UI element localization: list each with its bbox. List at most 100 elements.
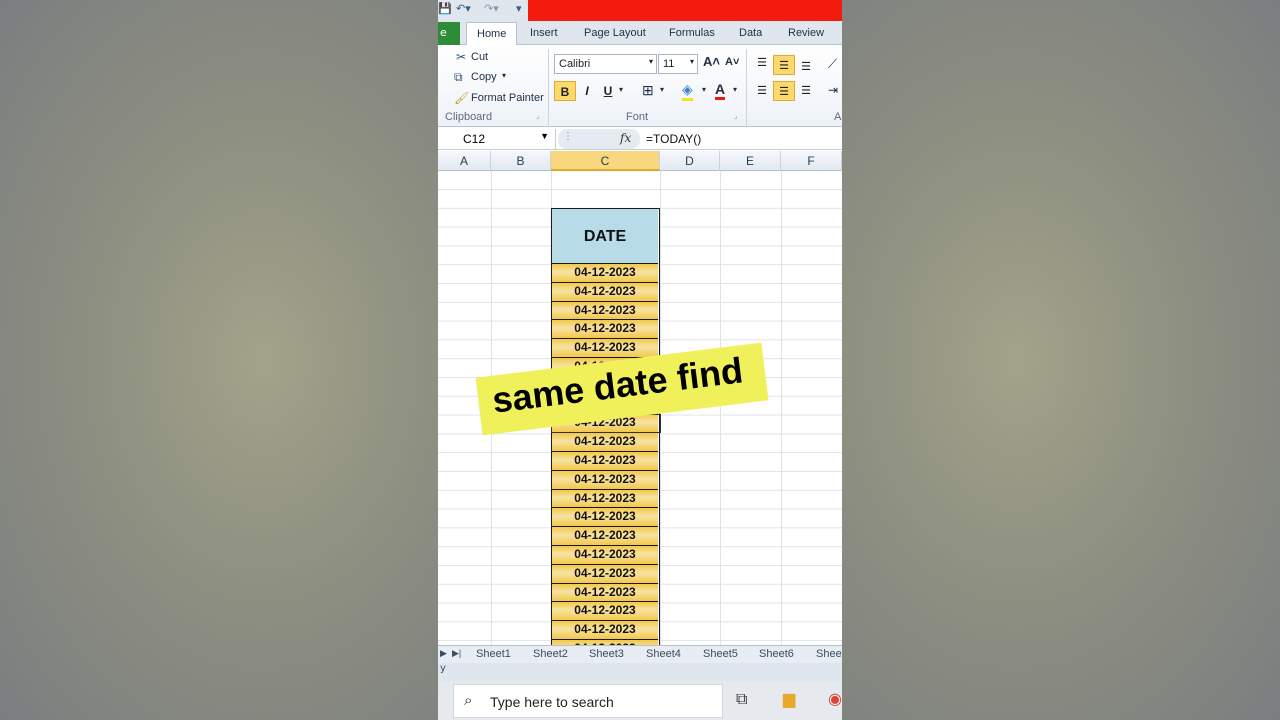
underline-button[interactable]: U xyxy=(597,81,619,101)
align-right-icon[interactable]: ☰ xyxy=(795,81,817,101)
date-cell[interactable]: 04-12-2023 xyxy=(552,546,658,565)
date-cell[interactable]: 04-12-2023 xyxy=(552,452,658,471)
name-box[interactable]: C12 ▼ xyxy=(438,129,556,149)
font-size-select[interactable]: 11 ▾ xyxy=(658,54,698,74)
customize-toolbar-icon[interactable]: ▾ xyxy=(516,2,522,15)
clipboard-group-label: Clipboard xyxy=(445,111,493,123)
date-cell[interactable]: 04-12-2023 xyxy=(552,433,658,452)
column-header-a[interactable]: A xyxy=(438,151,491,171)
tab-home[interactable]: Home xyxy=(466,22,518,46)
ribbon-home: ✂ Cut ⧉ Copy ▾ 🖌 Format Painter Clipboar… xyxy=(438,45,842,127)
underline-dropdown-icon[interactable]: ▾ xyxy=(619,85,623,94)
insert-function-icon[interactable]: fx xyxy=(620,131,631,145)
chevron-down-icon[interactable]: ▼ xyxy=(540,131,549,141)
tab-insert[interactable]: Insert xyxy=(530,27,558,39)
background-right xyxy=(842,0,1280,720)
resize-handle-icon[interactable]: ⋮ xyxy=(563,131,573,142)
formula-input[interactable]: =TODAY() xyxy=(646,132,701,146)
sheet-tab[interactable]: Sheet6 xyxy=(759,648,794,660)
taskbar-search-box[interactable]: ⌕ Type here to search xyxy=(453,684,723,718)
sheet-tab[interactable]: Sheet3 xyxy=(589,648,624,660)
chevron-down-icon: ▾ xyxy=(689,57,694,66)
gridline xyxy=(781,171,782,645)
save-icon[interactable]: 💾 xyxy=(438,2,452,15)
date-cell[interactable]: 04-12-2023 xyxy=(552,264,658,283)
clipboard-launcher-icon[interactable]: ⌟ xyxy=(536,112,539,120)
align-middle-icon[interactable]: ☰ xyxy=(773,55,795,75)
date-cell[interactable]: 04-12-2023 xyxy=(552,621,658,640)
sheet-tab[interactable]: Sheet1 xyxy=(476,648,511,660)
orientation-icon[interactable]: ⟋ xyxy=(828,56,837,72)
file-explorer-icon[interactable]: ▆ xyxy=(783,689,795,708)
group-separator xyxy=(746,49,747,125)
name-box-value: C12 xyxy=(463,132,486,146)
undo-icon[interactable]: ↶▾ xyxy=(456,2,471,15)
font-name-select[interactable]: Calibri ▾ xyxy=(554,54,657,74)
format-painter-button[interactable]: Format Painter xyxy=(471,92,544,104)
fill-dropdown-icon[interactable]: ▾ xyxy=(702,85,706,94)
paintbrush-icon: 🖌 xyxy=(454,91,470,105)
cut-button[interactable]: Cut xyxy=(471,51,488,63)
shrink-font-icon[interactable]: A˅ xyxy=(725,56,739,68)
align-left-icon[interactable]: ☰ xyxy=(751,81,773,101)
borders-icon[interactable]: ⊞ xyxy=(642,82,654,99)
font-color-dropdown-icon[interactable]: ▾ xyxy=(733,85,737,94)
grow-font-icon[interactable]: A˄ xyxy=(703,54,720,69)
next-sheet-icon[interactable]: ▶ xyxy=(440,648,447,659)
chrome-icon[interactable]: ◉ xyxy=(828,689,842,708)
alignment-group-label: A xyxy=(834,111,842,123)
font-launcher-icon[interactable]: ⌟ xyxy=(734,112,737,120)
copy-dropdown-icon[interactable]: ▾ xyxy=(502,71,506,80)
group-separator xyxy=(548,49,549,125)
copy-button[interactable]: Copy xyxy=(471,71,497,83)
date-cell[interactable]: 04-12-2023 xyxy=(552,602,658,622)
tab-page-layout[interactable]: Page Layout xyxy=(584,27,646,39)
search-placeholder: Type here to search xyxy=(490,694,614,710)
date-cell[interactable]: 04-12-2023 xyxy=(552,508,658,528)
date-cell[interactable]: 04-12-2023 xyxy=(552,489,658,509)
borders-dropdown-icon[interactable]: ▾ xyxy=(660,85,664,94)
ribbon-tabs: e Home Insert Page Layout Formulas Data … xyxy=(438,21,842,46)
date-cell[interactable]: 04-12-2023 xyxy=(552,470,658,490)
font-size-value: 11 xyxy=(663,58,675,70)
status-text: y xyxy=(440,663,446,674)
italic-button[interactable]: I xyxy=(576,81,598,101)
tab-file[interactable]: e xyxy=(438,22,460,45)
date-cell[interactable]: 04-12-2023 xyxy=(552,527,658,546)
date-cell[interactable]: 04-12-2023 xyxy=(552,282,658,302)
column-header-f[interactable]: F xyxy=(781,151,842,171)
redo-icon[interactable]: ↷▾ xyxy=(484,2,499,15)
date-header-cell[interactable]: DATE xyxy=(552,209,658,264)
bold-button[interactable]: B xyxy=(554,81,576,101)
fill-color-icon[interactable]: ◈ xyxy=(682,81,693,101)
sheet-tabs: ▶ ▶| Sheet1 Sheet2 Sheet3 Sheet4 Sheet5 … xyxy=(438,645,842,663)
tab-data[interactable]: Data xyxy=(739,27,762,39)
date-cell[interactable]: 04-12-2023 xyxy=(552,301,658,321)
sheet-tab[interactable]: Sheet5 xyxy=(703,648,738,660)
date-cell[interactable]: 04-12-2023 xyxy=(552,320,658,340)
date-cell[interactable]: 04-12-2023 xyxy=(552,583,658,603)
column-header-b[interactable]: B xyxy=(491,151,551,171)
task-view-icon[interactable]: ⧉ xyxy=(736,689,747,709)
font-group-label: Font xyxy=(626,111,649,123)
last-sheet-icon[interactable]: ▶| xyxy=(452,648,461,659)
search-icon: ⌕ xyxy=(464,691,473,709)
sheet-tab[interactable]: Sheet2 xyxy=(533,648,568,660)
column-header-c[interactable]: C xyxy=(551,151,660,171)
scissors-icon: ✂ xyxy=(456,50,467,64)
align-bottom-icon[interactable]: ☰ xyxy=(795,57,817,77)
font-color-icon[interactable]: A xyxy=(715,81,726,100)
formula-bar: C12 ▼ ⋮ fx =TODAY() xyxy=(438,128,842,150)
tab-formulas[interactable]: Formulas xyxy=(669,27,715,39)
align-center-icon[interactable]: ☰ xyxy=(773,81,795,101)
sheet-tab[interactable]: Sheet4 xyxy=(646,648,681,660)
sheet-tab[interactable]: Shee xyxy=(816,648,842,660)
indent-icon[interactable]: ⇥ xyxy=(828,83,838,97)
column-header-e[interactable]: E xyxy=(720,151,781,171)
date-cell[interactable]: 04-12-2023 xyxy=(552,564,658,584)
column-header-d[interactable]: D xyxy=(660,151,720,171)
tab-review[interactable]: Review xyxy=(788,27,824,39)
title-bar xyxy=(528,0,842,21)
date-cell[interactable]: 04-12-2023 xyxy=(552,339,658,358)
align-top-icon[interactable]: ☰ xyxy=(751,53,773,73)
